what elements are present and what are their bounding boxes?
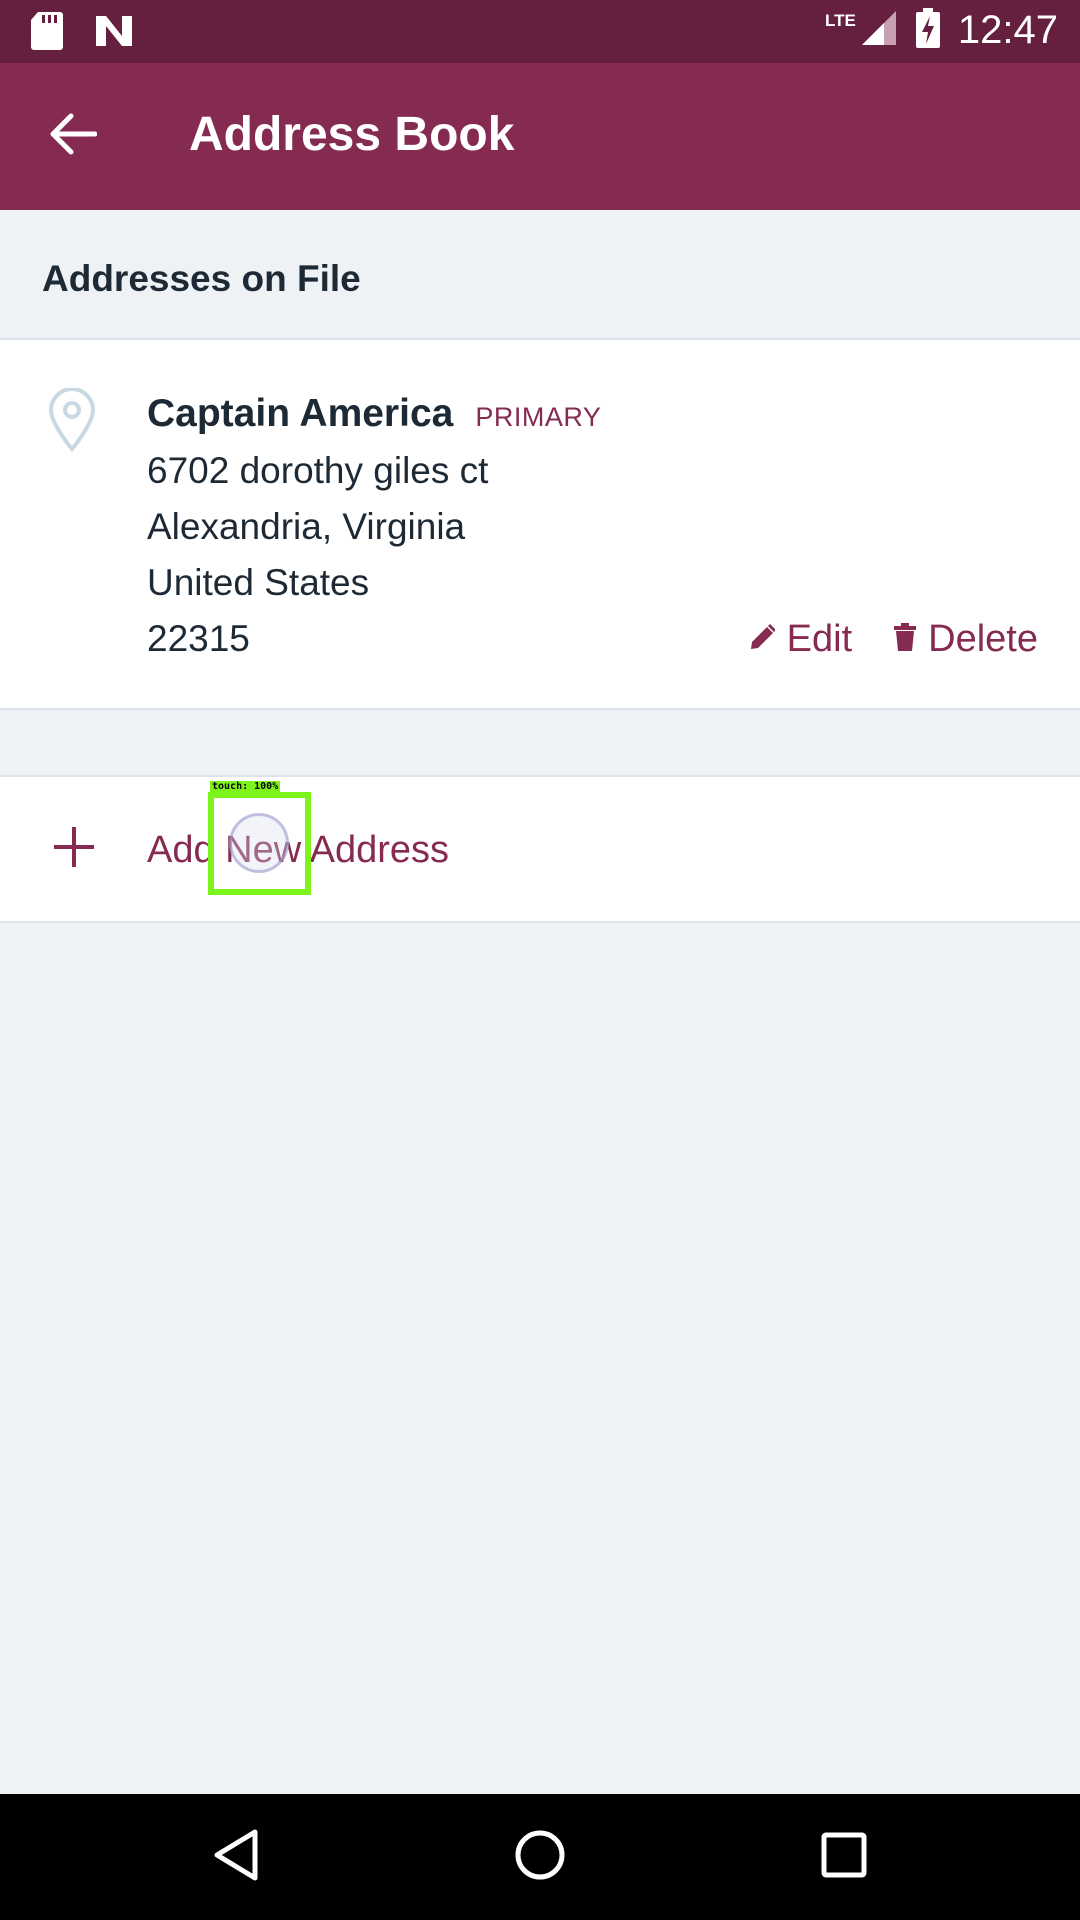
status-bar: LTE 12:47 xyxy=(0,0,1080,63)
system-nav-bar xyxy=(0,1794,1080,1920)
arrow-back-icon xyxy=(49,113,98,160)
back-triangle-icon xyxy=(213,1829,259,1886)
edit-label: Edit xyxy=(786,618,853,660)
delete-label: Delete xyxy=(928,618,1038,660)
plus-icon xyxy=(52,825,96,869)
nav-home-button[interactable] xyxy=(510,1827,570,1887)
clock: 12:47 xyxy=(957,8,1058,52)
trash-icon xyxy=(894,618,917,661)
address-name-row: Captain America PRIMARY xyxy=(147,392,601,436)
address-name: Captain America xyxy=(147,392,454,435)
section-title: Addresses on File xyxy=(42,258,361,299)
sd-card-icon xyxy=(30,12,64,55)
delete-button[interactable]: Delete xyxy=(894,618,1038,661)
touch-indicator-label: touch: 100% xyxy=(210,781,281,792)
nav-back-button[interactable] xyxy=(206,1827,266,1887)
nav-recents-button[interactable] xyxy=(814,1827,874,1887)
address-country: United States xyxy=(147,562,370,603)
recents-square-icon xyxy=(820,1831,868,1884)
network-type: LTE xyxy=(825,10,856,30)
address-street: 6702 dorothy giles ct xyxy=(147,450,489,491)
back-button[interactable] xyxy=(42,105,104,167)
page-title: Address Book xyxy=(189,108,515,161)
address-card: Captain America PRIMARY 6702 dorothy gil… xyxy=(0,340,1080,710)
app-bar: Address Book xyxy=(0,63,1080,210)
n-notification-icon xyxy=(94,14,134,53)
home-circle-icon xyxy=(514,1829,566,1886)
address-zip: 22315 xyxy=(147,618,250,659)
add-new-address-button[interactable]: Add New Address xyxy=(0,775,1080,923)
address-actions: Edit Delete xyxy=(749,618,1038,661)
battery-charging-icon xyxy=(915,8,940,53)
signal-icon xyxy=(860,9,898,52)
section-header: Addresses on File xyxy=(0,210,1080,340)
primary-badge: PRIMARY xyxy=(475,402,602,432)
touch-indicator-box xyxy=(208,792,311,895)
address-city-state: Alexandria, Virginia xyxy=(147,506,466,547)
location-pin-icon xyxy=(47,387,97,453)
pencil-icon xyxy=(749,618,776,661)
edit-button[interactable]: Edit xyxy=(749,618,852,661)
